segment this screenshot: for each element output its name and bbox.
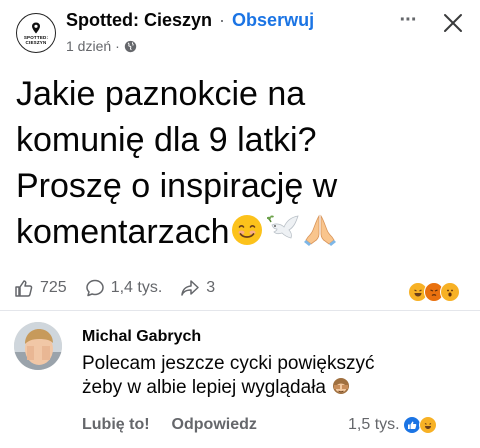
comment-reactions[interactable]: 1,5 tys. [348,416,437,434]
avatar-text-line2: CIESZYN [25,39,47,45]
meta-separator: · [115,38,120,54]
wow-reaction-icon [440,282,460,302]
post-text-line: komunię dla 9 latki? [16,121,317,159]
dove-icon [266,215,299,239]
share-stat[interactable]: 3 [180,278,215,298]
post-meta: 1 dzień · [66,38,137,54]
comment-actions: Lubię to! Odpowiedz [82,416,257,434]
comment-reaction-count: 1,5 tys. [348,416,400,433]
post-text-line: Proszę o inspirację w [16,167,338,205]
close-icon[interactable] [440,10,466,36]
see-no-evil-monkey-icon [333,378,350,394]
page-avatar[interactable]: SPOTTED: CIESZYN [16,13,56,53]
comment-bubble-icon [85,279,104,297]
post-text-line-last: komentarzach [16,213,230,251]
comment-reply-button[interactable]: Odpowiedz [172,416,257,434]
comment-text: Polecam jeszcze cycki powiększyć żeby w … [82,352,462,400]
like-reaction-icon [403,417,420,433]
post-header: Spotted: Cieszyn · Obserwuj [66,10,314,31]
globe-icon [124,40,137,52]
comment-count: 1,4 tys. [110,279,163,296]
more-options-button[interactable]: ··· [394,10,422,34]
post-text-line: Jakie paznokcie na [16,75,306,113]
smiling-face-icon [231,215,262,245]
comment-author[interactable]: Michal Gabrych [82,328,201,346]
comment-stat[interactable]: 1,4 tys. [85,278,163,298]
comment-text-line-last: żeby w albie lepiej wyglądała [82,377,326,398]
share-arrow-icon [181,280,200,296]
page-name-link[interactable]: Spotted: Cieszyn [66,10,212,30]
laugh-reaction-icon [418,416,437,434]
commenter-avatar[interactable] [14,322,62,370]
like-count: 725 [40,279,67,296]
post-stats: 725 1,4 tys. 3 [14,276,233,300]
thumbs-up-icon [15,280,33,297]
share-count: 3 [206,279,216,296]
divider [0,310,480,311]
follow-button[interactable]: Obserwuj [232,10,314,30]
post-reactions[interactable] [408,282,460,302]
location-pin-icon [32,22,40,33]
title-separator: · [219,10,226,30]
comment-like-button[interactable]: Lubię to! [82,416,150,434]
folded-hands-icon [303,214,336,246]
post-time[interactable]: 1 dzień [66,38,111,54]
comment-text-line: żeby w albie lepiej wyglądała [82,376,462,400]
post-text-line: komentarzach [16,209,472,255]
comment-text-line: Polecam jeszcze cycki powiększyć [82,353,375,374]
post-text: Jakie paznokcie na komunię dla 9 latki? … [16,71,472,255]
like-stat[interactable]: 725 [14,278,67,298]
